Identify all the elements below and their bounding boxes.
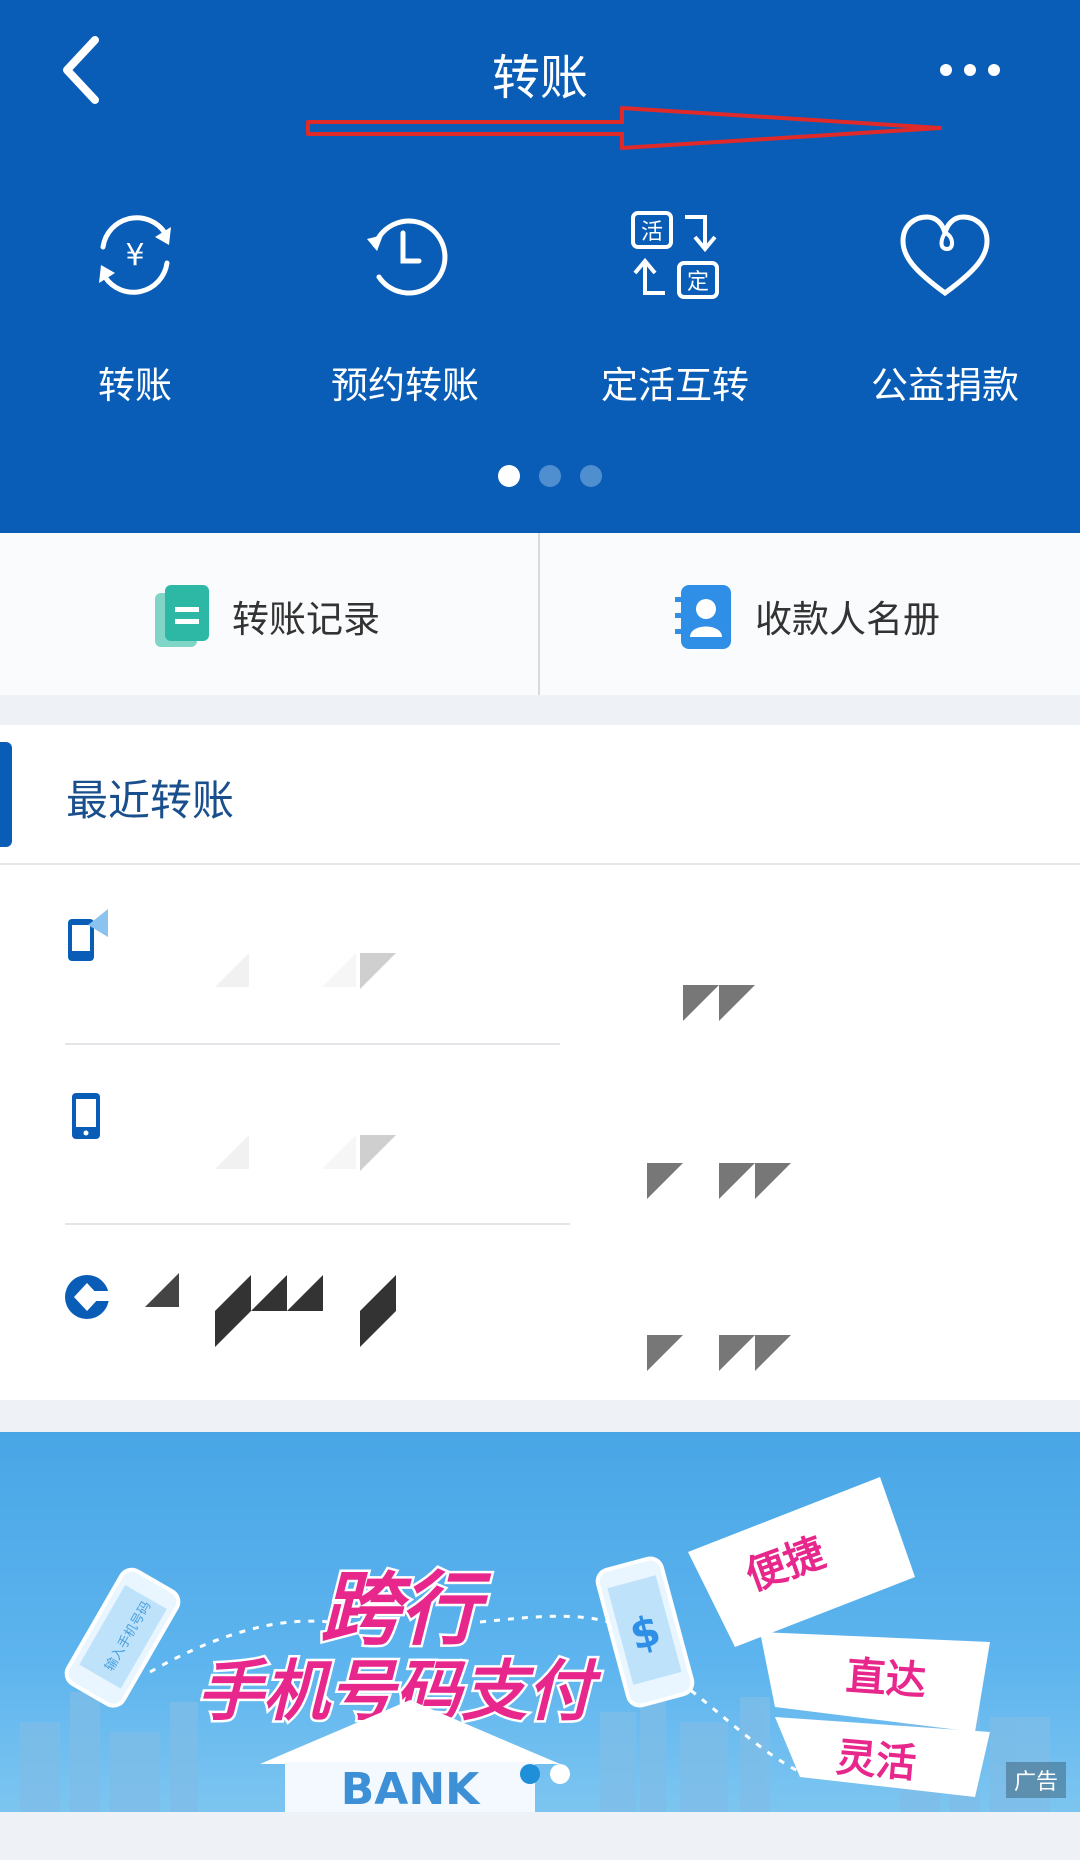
quick-action-label: 公益捐款: [871, 364, 1019, 407]
ad-label: 广告: [1005, 1762, 1066, 1798]
redaction-mark: [360, 1275, 396, 1311]
redaction-mark: [647, 1163, 683, 1199]
redaction-mark: [360, 1135, 396, 1171]
more-button[interactable]: [935, 55, 1005, 85]
carousel-dot: [550, 1764, 570, 1784]
redaction-mark: [145, 1273, 179, 1307]
ad-bank-text: BANK: [341, 1764, 481, 1812]
quick-action-deposit-swap[interactable]: 活 定 定活互转: [540, 205, 810, 415]
yen-exchange-icon: ¥: [99, 215, 171, 295]
redaction-mark: [215, 1275, 251, 1311]
ad-carousel-indicator: [520, 1764, 580, 1788]
ad-illustration: 输入手机号码 $ 跨行 手机号码支付 BANK 便捷 直达 灵活: [20, 1477, 1050, 1812]
ad-tag-2: 直达: [844, 1653, 927, 1704]
phone-icon: [72, 1093, 100, 1139]
redaction-mark: [719, 1335, 755, 1371]
quick-action-label: 定活互转: [601, 364, 749, 407]
quick-action-transfer[interactable]: ¥ 转账: [0, 205, 270, 415]
more-dots-icon: [940, 64, 1000, 76]
svg-text:¥: ¥: [125, 238, 144, 273]
carousel-dot: [580, 465, 602, 487]
payee-list-button[interactable]: 收款人名册: [540, 533, 1080, 695]
recent-transfers-section: 最近转账: [0, 725, 1080, 1400]
ad-banner[interactable]: 输入手机号码 $ 跨行 手机号码支付 BANK 便捷 直达 灵活 广告: [0, 1432, 1080, 1812]
document-icon: [155, 585, 209, 647]
ad-tag-3: 灵活: [834, 1735, 918, 1788]
quick-action-scheduled-transfer[interactable]: 预约转账: [270, 205, 540, 415]
carousel-dot: [539, 465, 561, 487]
page-bottom: [0, 1812, 1080, 1860]
redaction-mark: [647, 1335, 683, 1371]
svg-text:活: 活: [641, 220, 663, 245]
contacts-book-icon: [675, 585, 731, 649]
ad-headline-1: 跨行: [320, 1563, 492, 1656]
shortcut-row: 转账记录 收款人名册: [0, 533, 1080, 695]
transfer-records-button[interactable]: 转账记录: [0, 533, 538, 695]
quick-action-label: 转账: [98, 364, 172, 407]
redaction-mark: [719, 985, 755, 1021]
annotation-arrow: [306, 106, 942, 150]
transfer-records-label: 转账记录: [232, 598, 380, 641]
redaction-mark: [755, 1163, 791, 1199]
page-title: 转账: [491, 50, 588, 106]
carousel-dot-active: [498, 465, 520, 487]
redaction-mark: [215, 953, 249, 987]
recent-transfer-item[interactable]: [0, 1045, 1080, 1223]
redaction-mark: [322, 1135, 356, 1169]
svg-text:定: 定: [687, 270, 709, 295]
carousel-indicator: [490, 465, 610, 489]
payee-list-label: 收款人名册: [755, 598, 940, 641]
ccb-bank-logo-icon: [65, 1275, 112, 1319]
redaction-mark: [719, 1163, 755, 1199]
redaction-mark: [215, 1135, 249, 1169]
clock-icon: [367, 218, 448, 296]
recent-transfer-item[interactable]: [0, 1225, 1080, 1403]
quick-action-label: 预约转账: [331, 364, 479, 407]
vertical-divider: [538, 533, 540, 695]
recent-transfers-title: 最近转账: [66, 776, 235, 825]
redaction-mark: [251, 1275, 287, 1311]
redaction-mark: [360, 1311, 396, 1347]
redaction-mark: [322, 953, 356, 987]
redaction-mark: [215, 1311, 251, 1347]
redaction-mark: [755, 1335, 791, 1371]
top-header: 转账 ¥ 转账 预约转账 活 定 定活互转 公益捐款: [0, 0, 1080, 533]
deposit-swap-icon: 活 定: [631, 211, 719, 299]
recent-transfer-item[interactable]: [0, 865, 1080, 1043]
redaction-mark: [360, 953, 396, 989]
heart-icon: [900, 214, 990, 297]
section-accent-bar: [0, 742, 12, 847]
phone-icon: [68, 909, 108, 961]
quick-action-charity[interactable]: 公益捐款: [810, 205, 1080, 415]
carousel-dot-active: [520, 1764, 540, 1784]
redaction-mark: [683, 985, 719, 1021]
redaction-mark: [287, 1275, 323, 1311]
